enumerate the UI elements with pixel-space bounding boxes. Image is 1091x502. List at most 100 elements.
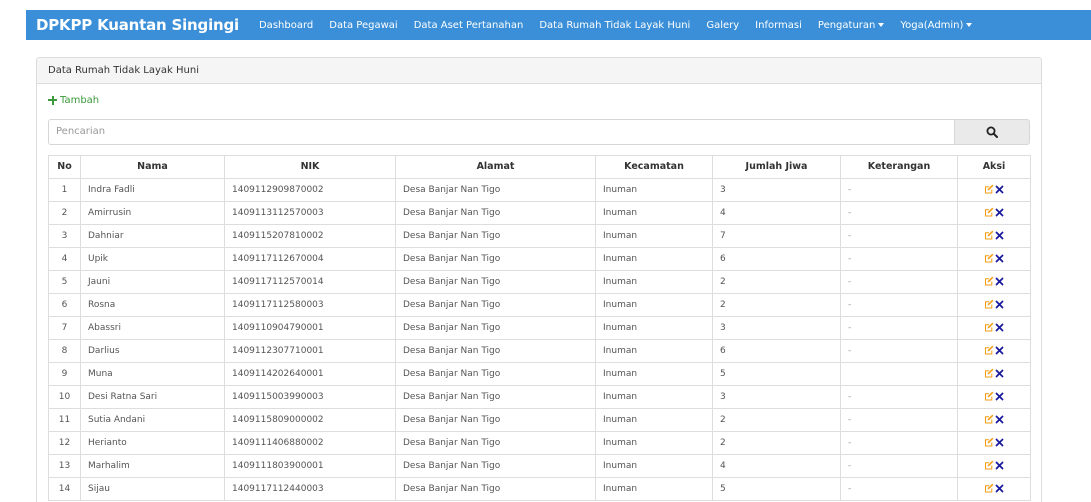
cell-kecamatan: Inuman: [595, 177, 713, 202]
delete-button[interactable]: [995, 300, 1004, 309]
cell-nik: 1409110904790001: [224, 315, 396, 340]
delete-icon: [995, 415, 1004, 424]
nav-pengaturan-dropdown[interactable]: Pengaturan: [810, 20, 892, 31]
delete-icon: [995, 300, 1004, 309]
edit-button[interactable]: [984, 345, 994, 355]
delete-icon: [995, 231, 1004, 240]
cell-no: 5: [48, 269, 81, 294]
delete-icon: [995, 254, 1004, 263]
delete-button[interactable]: [995, 254, 1004, 263]
delete-icon: [995, 208, 1004, 217]
edit-button[interactable]: [984, 207, 994, 217]
edit-button[interactable]: [984, 230, 994, 240]
cell-jumlah-jiwa: 4: [712, 453, 841, 478]
cell-jumlah-jiwa: 2: [712, 407, 841, 432]
cell-alamat: Desa Banjar Nan Tigo: [395, 361, 596, 386]
brand-title[interactable]: DPKPP Kuantan Singingi: [36, 16, 239, 34]
cell-jumlah-jiwa: 2: [712, 269, 841, 294]
add-button[interactable]: Tambah: [48, 94, 99, 106]
cell-aksi: [957, 476, 1031, 501]
col-header-no: No: [48, 154, 81, 179]
cell-alamat: Desa Banjar Nan Tigo: [395, 407, 596, 432]
delete-button[interactable]: [995, 323, 1004, 332]
edit-icon: [985, 253, 994, 263]
cell-aksi: [957, 269, 1031, 294]
cell-aksi: [957, 338, 1031, 363]
cell-alamat: Desa Banjar Nan Tigo: [395, 223, 596, 248]
cell-nama: Muna: [80, 361, 225, 386]
edit-button[interactable]: [984, 299, 994, 309]
cell-no: 6: [48, 292, 81, 317]
delete-button[interactable]: [995, 277, 1004, 286]
table-row: 1 Indra Fadli 1409112909870002 Desa Banjar …: [48, 177, 1031, 202]
table-row: 8 Darlius 1409112307710001 Desa Banjar Nan …: [48, 338, 1031, 363]
cell-kecamatan: Inuman: [595, 292, 713, 317]
top-navbar: DPKPP Kuantan Singingi Dashboard Data Pe…: [26, 10, 1091, 40]
edit-button[interactable]: [984, 460, 994, 470]
edit-icon: [985, 184, 994, 194]
delete-icon: [995, 392, 1004, 401]
plus-icon: [48, 95, 57, 105]
edit-button[interactable]: [984, 414, 994, 424]
cell-nik: 1409117112440003: [224, 476, 396, 501]
nav-dashboard[interactable]: Dashboard: [251, 20, 321, 31]
edit-icon: [985, 414, 994, 424]
table-row: 4 Upik 1409117112670004 Desa Banjar Nan Tig…: [48, 246, 1031, 271]
edit-button[interactable]: [984, 437, 994, 447]
edit-icon: [985, 437, 994, 447]
delete-button[interactable]: [995, 185, 1004, 194]
delete-button[interactable]: [995, 415, 1004, 424]
cell-keterangan: -: [840, 338, 958, 363]
cell-no: 14: [48, 476, 81, 501]
delete-button[interactable]: [995, 438, 1004, 447]
cell-no: 13: [48, 453, 81, 478]
cell-aksi: [957, 223, 1031, 248]
delete-icon: [995, 277, 1004, 286]
cell-nama: Abassri: [80, 315, 225, 340]
cell-nik: 1409113112570003: [224, 200, 396, 225]
edit-button[interactable]: [984, 483, 994, 493]
cell-alamat: Desa Banjar Nan Tigo: [395, 476, 596, 501]
delete-icon: [995, 346, 1004, 355]
cell-no: 8: [48, 338, 81, 363]
delete-button[interactable]: [995, 208, 1004, 217]
delete-button[interactable]: [995, 369, 1004, 378]
delete-icon: [995, 323, 1004, 332]
cell-kecamatan: Inuman: [595, 315, 713, 340]
nav-data-aset-pertanahan[interactable]: Data Aset Pertanahan: [406, 20, 532, 31]
search-input[interactable]: [48, 118, 954, 145]
edit-button[interactable]: [984, 368, 994, 378]
edit-button[interactable]: [984, 276, 994, 286]
delete-button[interactable]: [995, 392, 1004, 401]
cell-alamat: Desa Banjar Nan Tigo: [395, 453, 596, 478]
cell-keterangan: -: [840, 177, 958, 202]
nav-user-dropdown[interactable]: Yoga(Admin): [892, 20, 980, 31]
table-row: 11 Sutia Andani 1409115809000002 Desa Banja…: [48, 407, 1031, 432]
edit-button[interactable]: [984, 322, 994, 332]
nav-data-pegawai[interactable]: Data Pegawai: [321, 20, 405, 31]
search-button[interactable]: [954, 118, 1030, 145]
edit-button[interactable]: [984, 391, 994, 401]
delete-button[interactable]: [995, 346, 1004, 355]
col-header-keterangan: Keterangan: [840, 154, 958, 179]
nav-informasi[interactable]: Informasi: [747, 20, 810, 31]
nav-galery[interactable]: Galery: [698, 20, 747, 31]
row-actions: [984, 437, 1004, 447]
cell-nama: Jauni: [80, 269, 225, 294]
cell-nama: Darlius: [80, 338, 225, 363]
cell-kecamatan: Inuman: [595, 269, 713, 294]
delete-button[interactable]: [995, 231, 1004, 240]
delete-button[interactable]: [995, 484, 1004, 493]
delete-button[interactable]: [995, 461, 1004, 470]
nav-data-rumah-tidak-layak-huni[interactable]: Data Rumah Tidak Layak Huni: [531, 20, 698, 31]
delete-icon: [995, 369, 1004, 378]
cell-keterangan: -: [840, 315, 958, 340]
col-header-nama: Nama: [80, 154, 225, 179]
cell-kecamatan: Inuman: [595, 361, 713, 386]
row-actions: [984, 322, 1004, 332]
edit-button[interactable]: [984, 184, 994, 194]
cell-aksi: [957, 292, 1031, 317]
edit-button[interactable]: [984, 253, 994, 263]
row-actions: [984, 299, 1004, 309]
cell-kecamatan: Inuman: [595, 407, 713, 432]
